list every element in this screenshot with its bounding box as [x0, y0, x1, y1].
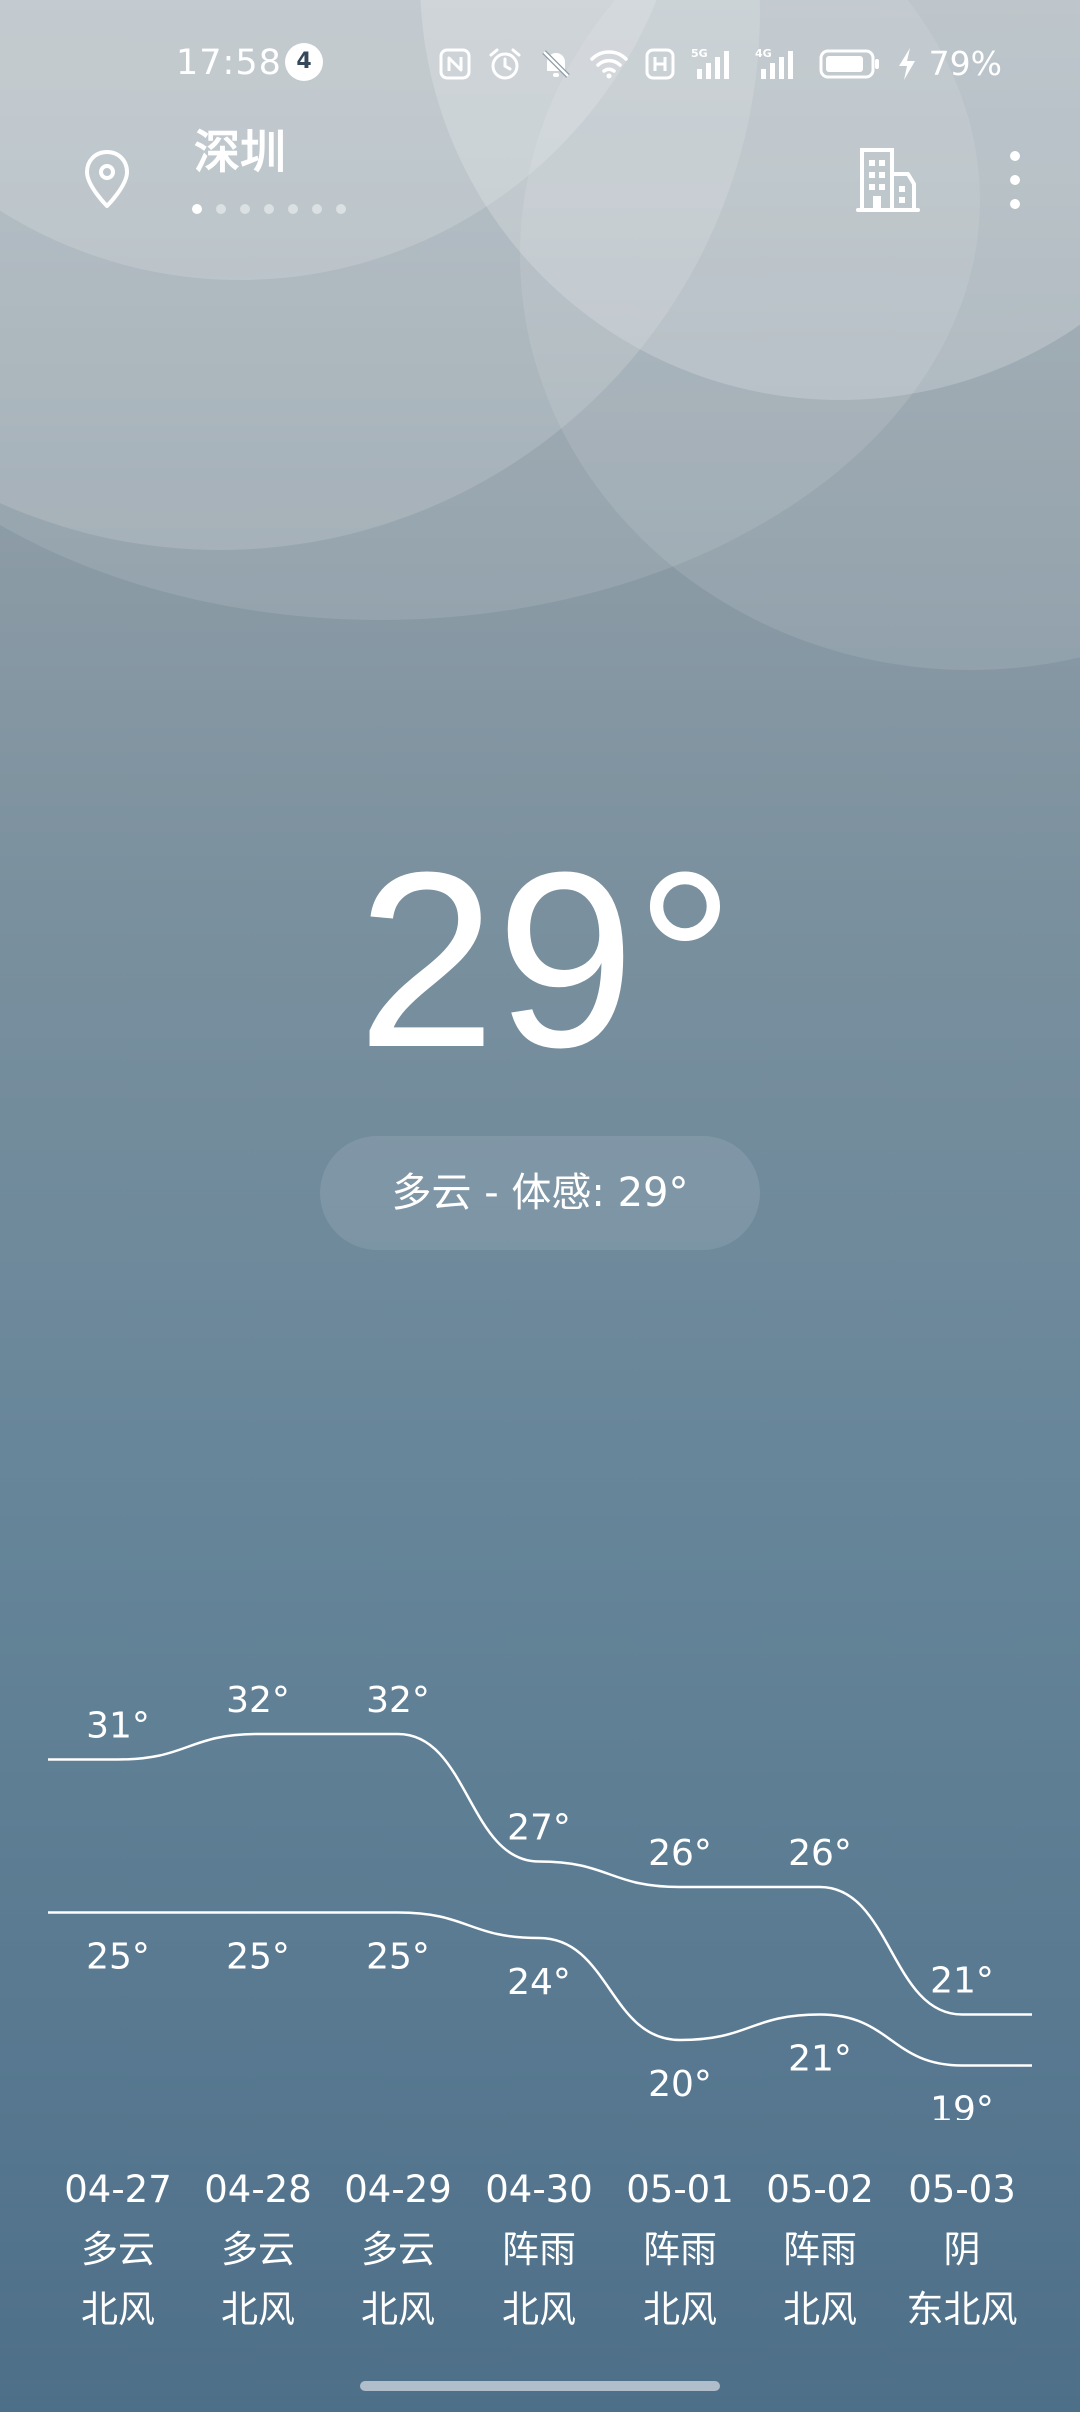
forecast-day[interactable]: 04-27 多云北风 — [38, 2160, 198, 2340]
more-vertical-icon[interactable] — [998, 148, 1032, 212]
signal-4g-icon: 4G — [755, 47, 793, 79]
forecast-day-date: 05-02 — [766, 2168, 874, 2211]
forecast-day-wind: 北风 — [81, 2288, 155, 2331]
forecast-day-wind: 北风 — [221, 2288, 295, 2331]
forecast-day-weather: 阴 — [943, 2228, 981, 2271]
forecast-day-date: 04-27 — [64, 2168, 172, 2211]
status-icons: 5G 4G 79% — [439, 44, 1002, 84]
low-temperature-label: 20° — [648, 2064, 712, 2105]
low-temperature-label: 21° — [788, 2039, 852, 2080]
low-temperature-label: 25° — [226, 1937, 290, 1978]
low-temperature-label: 24° — [507, 1962, 571, 2003]
signal-5g-icon: 5G — [691, 47, 729, 79]
forecast-day[interactable]: 05-03 阴东北风 — [882, 2160, 1042, 2340]
forecast-temperature-chart: 31° 32° 32° 27° 26° 26° 21° 25° 25° 25° 24° 20° 21° 1… — [47, 1680, 1033, 2121]
city-buildings-icon[interactable] — [852, 144, 924, 216]
forecast-day-wind: 北风 — [361, 2288, 435, 2331]
forecast-day[interactable]: 05-01 阵雨北风 — [600, 2160, 760, 2340]
status-bar: 17:58 4 5G 4G 79% — [0, 0, 1080, 120]
forecast-day-wind: 北风 — [502, 2288, 576, 2331]
forecast-day-weather: 阵雨 — [502, 2228, 576, 2271]
svg-text:5G: 5G — [691, 47, 708, 60]
home-indicator[interactable] — [360, 2381, 720, 2391]
forecast-day[interactable]: 05-02 阵雨北风 — [740, 2160, 900, 2340]
high-temperature-label: 31° — [86, 1706, 150, 1747]
high-temperature-label: 27° — [507, 1808, 571, 1849]
high-temperature-label: 32° — [366, 1680, 430, 1721]
wifi-icon — [589, 50, 628, 79]
page-dot — [240, 204, 250, 214]
page-dot — [216, 204, 226, 214]
high-temperature-label: 21° — [930, 1961, 994, 2002]
forecast-day-weather: 多云 — [81, 2228, 155, 2271]
forecast-day-date: 04-30 — [485, 2168, 593, 2211]
page-dot — [192, 204, 202, 214]
page-dot — [336, 204, 346, 214]
forecast-days: 04-27 多云 北风 04-28 多云 北风 04-29 多云 北风 04-30 阵雨 北风 05-0… — [0, 2160, 1080, 2340]
forecast-day-date: 05-03 — [908, 2168, 1016, 2211]
alarm-icon — [489, 48, 521, 80]
page-dot — [312, 204, 322, 214]
battery-icon — [819, 49, 879, 79]
forecast-day-wind: 北风 — [643, 2288, 717, 2331]
charging-icon — [898, 48, 915, 80]
status-time: 17:58 — [176, 43, 282, 83]
forecast-day-weather: 阵雨 — [783, 2228, 857, 2271]
high-temperature-label: 26° — [788, 1833, 852, 1874]
high-temperature-label: 26° — [648, 1833, 712, 1874]
forecast-day-wind: 北风 — [783, 2288, 857, 2331]
forecast-day-date: 05-01 — [626, 2168, 734, 2211]
forecast-day[interactable]: 04-29 多云北风 — [318, 2160, 478, 2340]
low-temperature-label: 19° — [930, 2090, 994, 2121]
high-temperature-label: 32° — [226, 1680, 290, 1721]
forecast-day-weather: 多云 — [361, 2228, 435, 2271]
hd-icon — [645, 48, 675, 80]
svg-text:4G: 4G — [755, 47, 772, 60]
forecast-day-wind: 东北风 — [906, 2288, 1018, 2331]
forecast-day-date: 04-29 — [344, 2168, 452, 2211]
forecast-day-weather: 多云 — [221, 2228, 295, 2271]
nfc-icon — [439, 48, 471, 80]
forecast-day-weather: 阵雨 — [643, 2228, 717, 2271]
current-temperature: 29° — [356, 820, 736, 1099]
notification-count-badge: 4 — [285, 43, 323, 81]
forecast-day[interactable]: 04-28 多云北风 — [178, 2160, 338, 2340]
forecast-day[interactable]: 04-30 阵雨北风 — [459, 2160, 619, 2340]
low-temperature-label: 25° — [366, 1937, 430, 1978]
page-indicator — [192, 204, 346, 214]
forecast-day-date: 04-28 — [204, 2168, 312, 2211]
low-temperature-label: 25° — [86, 1937, 150, 1978]
page-dot — [264, 204, 274, 214]
mute-icon — [541, 50, 570, 78]
city-name[interactable]: 深圳 — [194, 120, 286, 184]
battery-percentage: 79% — [928, 44, 1002, 83]
condition-feels-like[interactable]: 多云 - 体感: 29° — [320, 1136, 760, 1250]
location-pin-icon[interactable] — [82, 148, 132, 212]
page-dot — [288, 204, 298, 214]
